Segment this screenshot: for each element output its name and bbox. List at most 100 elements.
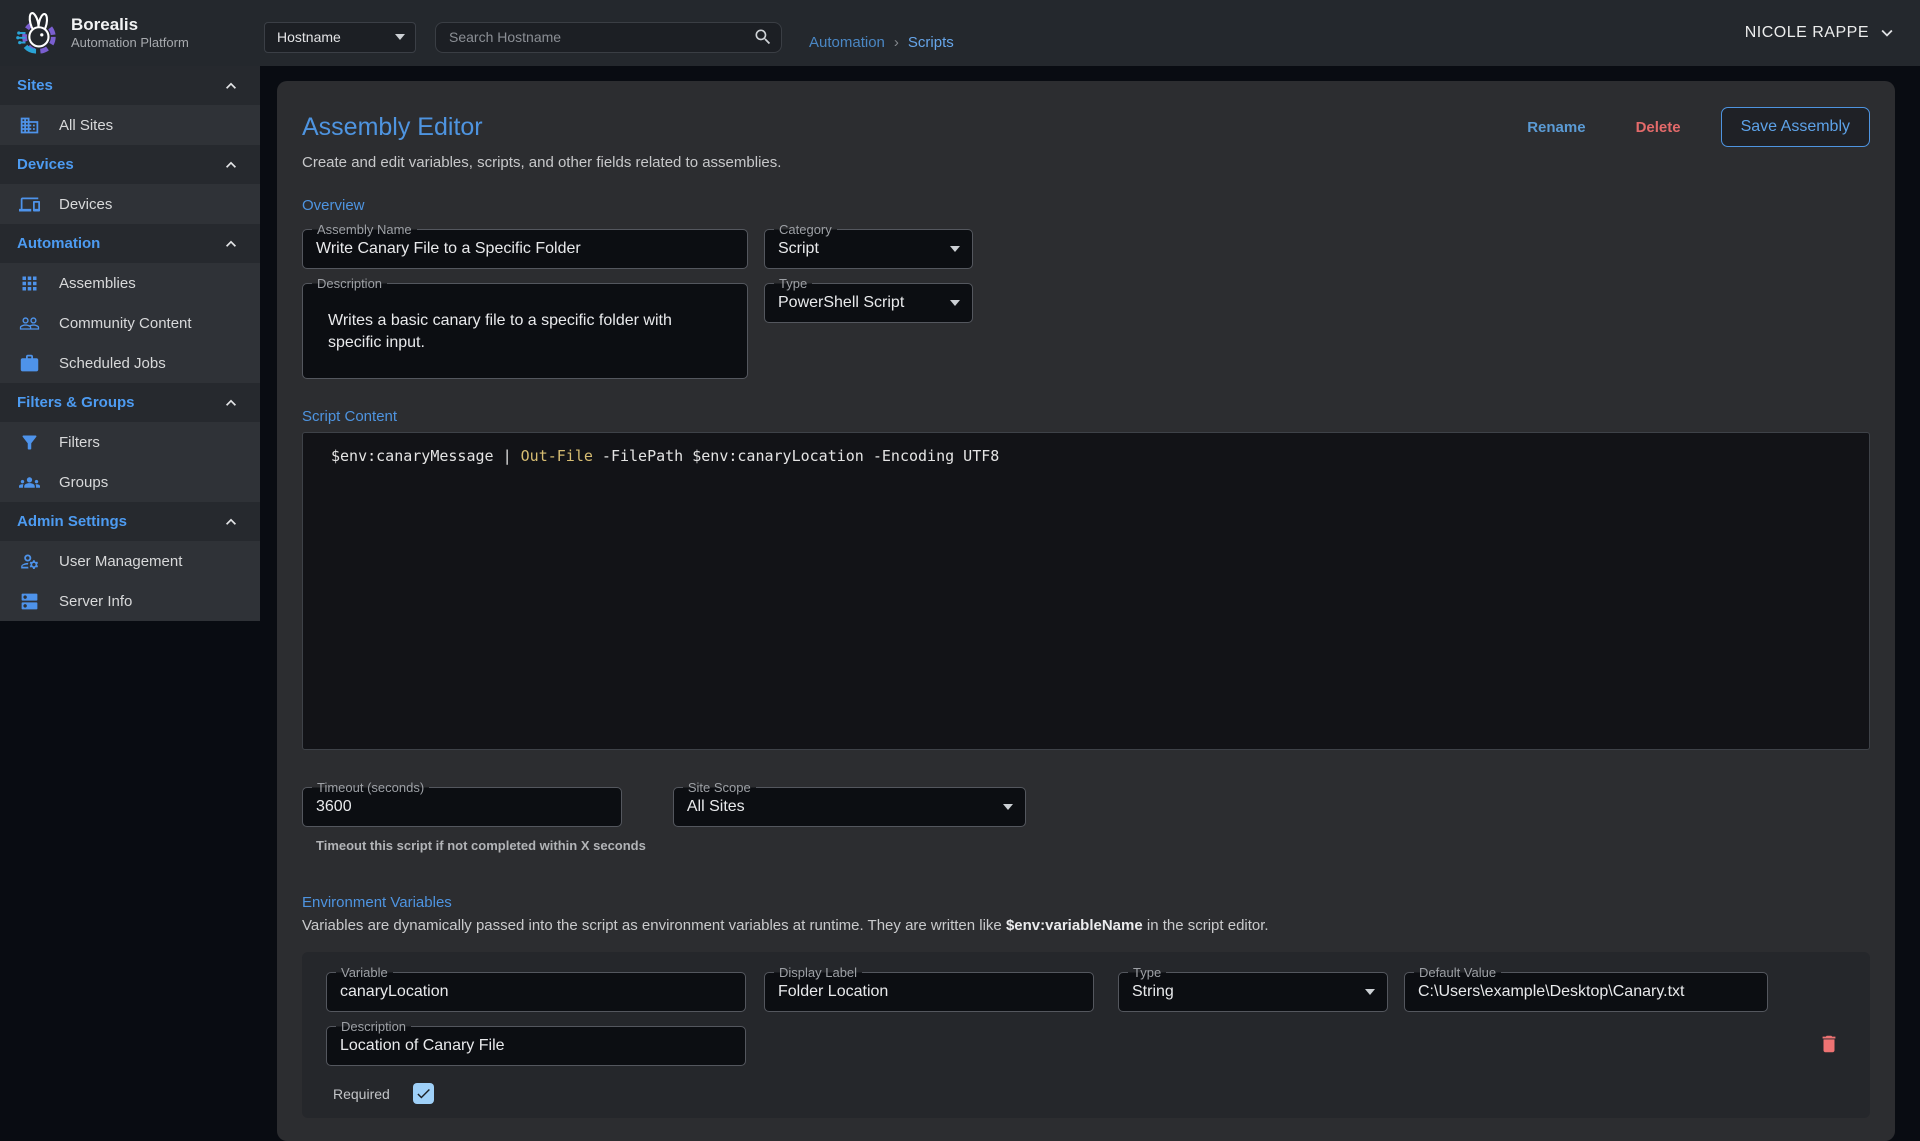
sidebar-section-filters-groups[interactable]: Filters & Groups (0, 383, 260, 422)
overview-section-label: Overview (302, 197, 1870, 214)
sidebar-item-devices[interactable]: Devices (0, 184, 260, 224)
script-code-editor[interactable]: $env:canaryMessage | Out-File -FilePath … (302, 432, 1870, 750)
variable-value: canaryLocation (340, 983, 449, 1001)
sidebar-item-groups[interactable]: Groups (0, 462, 260, 502)
dropdown-arrow-icon (1003, 804, 1013, 810)
sidebar-item-label: Scheduled Jobs (59, 355, 166, 372)
editor-actions: Rename Delete Save Assembly (1515, 107, 1870, 147)
env-vars-section-label: Environment Variables (302, 894, 1870, 911)
type-select[interactable]: Type PowerShell Script (764, 283, 973, 323)
env-vars-description: Variables are dynamically passed into th… (302, 917, 1870, 934)
devices-icon (19, 194, 40, 215)
chevron-up-icon (221, 393, 241, 413)
code-token: Out-File (521, 447, 593, 465)
assembly-editor-card: Assembly Editor Rename Delete Save Assem… (277, 81, 1895, 1141)
sidebar: Sites All Sites Devices Devices Automation As… (0, 66, 260, 621)
sidebar-section-automation[interactable]: Automation (0, 224, 260, 263)
timeout-field[interactable]: Timeout (seconds) 3600 (302, 787, 622, 827)
chevron-up-icon (221, 76, 241, 96)
variable-field[interactable]: Variable canaryLocation (326, 972, 746, 1012)
top-bar: Borealis Automation Platform Hostname Au… (0, 0, 1920, 66)
timeout-value: 3600 (316, 798, 352, 816)
env-desc-suffix: in the script editor. (1143, 917, 1269, 934)
dropdown-arrow-icon (950, 300, 960, 306)
breadcrumb: Automation › Scripts (809, 34, 954, 51)
rename-button[interactable]: Rename (1515, 111, 1597, 144)
breadcrumb-automation[interactable]: Automation (809, 34, 885, 51)
category-value: Script (778, 240, 819, 258)
variable-type-select[interactable]: Type String (1118, 972, 1388, 1012)
description-field[interactable]: Description Writes a basic canary file t… (302, 283, 748, 379)
chevron-up-icon (221, 234, 241, 254)
brand-text: Borealis Automation Platform (71, 15, 189, 51)
chevron-up-icon (221, 155, 241, 175)
delete-button[interactable]: Delete (1624, 111, 1693, 144)
sidebar-section-label: Devices (17, 156, 74, 173)
site-scope-label: Site Scope (683, 779, 756, 796)
sidebar-item-assemblies[interactable]: Assemblies (0, 263, 260, 303)
assembly-name-label: Assembly Name (312, 221, 417, 238)
category-label: Category (774, 221, 837, 238)
required-checkbox[interactable] (413, 1083, 434, 1104)
building-icon (19, 115, 40, 136)
timeout-label: Timeout (seconds) (312, 779, 429, 796)
default-value-field[interactable]: Default Value C:\Users\example\Desktop\C… (1404, 972, 1768, 1012)
groups-icon (19, 472, 40, 493)
code-token: -FilePath $env:canaryLocation -Encoding … (593, 447, 999, 465)
dropdown-arrow-icon (1365, 989, 1375, 995)
sidebar-item-label: User Management (59, 553, 182, 570)
sidebar-item-all-sites[interactable]: All Sites (0, 105, 260, 145)
trash-icon (1818, 1032, 1840, 1056)
sidebar-item-server-info[interactable]: Server Info (0, 581, 260, 621)
category-select[interactable]: Category Script (764, 229, 973, 269)
sidebar-item-label: Filters (59, 434, 100, 451)
people-icon (19, 313, 40, 334)
user-gear-icon (19, 551, 40, 572)
sidebar-item-scheduled-jobs[interactable]: Scheduled Jobs (0, 343, 260, 383)
required-label: Required (333, 1086, 390, 1102)
variable-type-value: String (1132, 983, 1174, 1001)
env-variable-row: Variable canaryLocation Display Label Fo… (302, 952, 1870, 1118)
delete-variable-button[interactable] (1814, 1028, 1844, 1060)
display-label-value: Folder Location (778, 983, 888, 1001)
sidebar-item-community-content[interactable]: Community Content (0, 303, 260, 343)
env-desc-prefix: Variables are dynamically passed into th… (302, 917, 1006, 934)
user-menu[interactable]: NICOLE RAPPE (1745, 22, 1898, 44)
search-input[interactable] (435, 22, 782, 53)
check-icon (415, 1085, 432, 1102)
brand: Borealis Automation Platform (0, 9, 260, 57)
chevron-up-icon (221, 512, 241, 532)
breadcrumb-scripts[interactable]: Scripts (908, 34, 954, 51)
save-assembly-button[interactable]: Save Assembly (1721, 107, 1870, 147)
chevron-down-icon (1876, 22, 1898, 44)
timeout-helper-text: Timeout this script if not completed wit… (316, 838, 646, 853)
sidebar-item-label: Community Content (59, 315, 192, 332)
script-content-section-label: Script Content (302, 408, 1870, 425)
site-scope-select[interactable]: Site Scope All Sites (673, 787, 1026, 827)
description-value: Writes a basic canary file to a specific… (328, 312, 672, 351)
assembly-name-field[interactable]: Assembly Name Write Canary File to a Spe… (302, 229, 748, 269)
sidebar-item-user-management[interactable]: User Management (0, 541, 260, 581)
type-value: PowerShell Script (778, 294, 904, 312)
user-name: NICOLE RAPPE (1745, 24, 1869, 42)
server-icon (19, 591, 40, 612)
sidebar-item-filters[interactable]: Filters (0, 422, 260, 462)
display-label-field[interactable]: Display Label Folder Location (764, 972, 1094, 1012)
sidebar-section-admin-settings[interactable]: Admin Settings (0, 502, 260, 541)
display-label-label: Display Label (774, 964, 862, 981)
assembly-name-value: Write Canary File to a Specific Folder (316, 240, 581, 258)
variable-description-value: Location of Canary File (340, 1037, 505, 1055)
sidebar-item-label: All Sites (59, 117, 113, 134)
variable-label: Variable (336, 964, 393, 981)
sidebar-item-label: Assemblies (59, 275, 136, 292)
description-label: Description (312, 275, 387, 292)
sidebar-section-devices[interactable]: Devices (0, 145, 260, 184)
variable-type-label: Type (1128, 964, 1166, 981)
sidebar-item-label: Devices (59, 196, 112, 213)
hostname-select[interactable]: Hostname (264, 22, 416, 53)
code-line: $env:canaryMessage | Out-File -FilePath … (331, 446, 1855, 466)
filter-icon (19, 432, 40, 453)
default-value-label: Default Value (1414, 964, 1501, 981)
sidebar-section-sites[interactable]: Sites (0, 66, 260, 105)
variable-description-field[interactable]: Description Location of Canary File (326, 1026, 746, 1066)
